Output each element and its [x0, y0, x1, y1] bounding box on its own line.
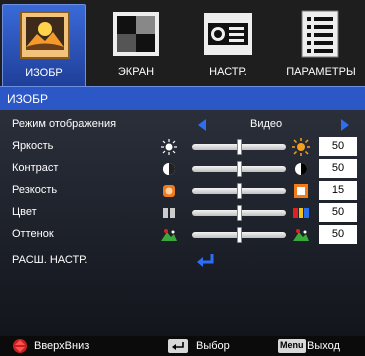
display-mode-label: Режим отображения [12, 118, 117, 130]
footer-select-text: Выбор [196, 340, 230, 352]
tab-options[interactable]: ПАРАМЕТРЫ [278, 4, 364, 86]
tint-label: Оттенок [12, 228, 54, 240]
osd-menu: ИЗОБР ЭКРАН НАСТР. ПАРАМЕТРЫ ИЗОБР Режим… [0, 0, 365, 356]
options-icon [301, 10, 339, 58]
sun-small-icon [161, 139, 177, 155]
footer-bar: ВверхВниз Выбор Menu Выход [0, 336, 365, 356]
brightness-row[interactable]: Яркость 50 [0, 136, 365, 158]
screen-icon [113, 12, 159, 56]
tab-bar: ИЗОБР ЭКРАН НАСТР. ПАРАМЕТРЫ [0, 0, 365, 86]
display-mode-row[interactable]: Режим отображения Видео [0, 114, 365, 136]
color-slider[interactable] [192, 205, 286, 221]
tint-high-icon [293, 229, 309, 241]
tab-label: ИЗОБР [25, 67, 63, 79]
arrow-left-icon[interactable] [198, 119, 206, 131]
tab-image[interactable]: ИЗОБР [2, 4, 86, 86]
contrast-label: Контраст [12, 162, 59, 174]
up-down-icon [13, 339, 27, 353]
slider-thumb[interactable] [237, 139, 242, 155]
picture-icon [20, 11, 70, 59]
color-value: 50 [319, 203, 357, 222]
arrow-right-icon[interactable] [341, 119, 349, 131]
color-high-icon [293, 208, 309, 218]
sharpness-high-icon [294, 184, 308, 198]
color-low-icon [163, 208, 175, 218]
tint-value: 50 [319, 225, 357, 244]
tab-label: ЭКРАН [117, 66, 155, 78]
slider-thumb[interactable] [237, 227, 242, 243]
advanced-settings-row[interactable]: РАСШ. НАСТР. [0, 250, 365, 272]
sun-large-icon [292, 138, 310, 156]
footer-exit-text: Выход [307, 340, 340, 352]
contrast-row[interactable]: Контраст 50 [0, 158, 365, 180]
brightness-value: 50 [319, 137, 357, 156]
tab-label: НАСТР. [209, 66, 247, 78]
slider-thumb[interactable] [237, 161, 242, 177]
sharpness-slider[interactable] [192, 183, 286, 199]
brightness-label: Яркость [12, 140, 54, 152]
tab-label: ПАРАМЕТРЫ [286, 66, 356, 78]
slider-thumb[interactable] [237, 183, 242, 199]
color-label: Цвет [12, 206, 37, 218]
menu-key-icon: Menu [278, 339, 306, 353]
sharpness-value: 15 [319, 181, 357, 200]
footer-nav-text: ВверхВниз [34, 340, 90, 352]
contrast-value: 50 [319, 159, 357, 178]
settings-list: Режим отображения Видео Яркость 50 Контр… [0, 110, 365, 336]
contrast-low-icon [163, 163, 175, 175]
enter-arrow-icon [197, 254, 214, 267]
contrast-high-icon [295, 163, 307, 175]
tint-row[interactable]: Оттенок 50 [0, 224, 365, 246]
enter-key-icon [168, 339, 188, 353]
tab-screen[interactable]: ЭКРАН [94, 4, 178, 86]
color-row[interactable]: Цвет 50 [0, 202, 365, 224]
slider-thumb[interactable] [237, 205, 242, 221]
tint-low-icon [161, 229, 177, 241]
tab-settings[interactable]: НАСТР. [186, 4, 270, 86]
tint-slider[interactable] [192, 227, 286, 243]
display-mode-value: Видео [250, 118, 283, 130]
section-title: ИЗОБР [7, 92, 48, 106]
sharpness-label: Резкость [12, 184, 58, 196]
projector-icon [204, 13, 252, 55]
brightness-slider[interactable] [192, 139, 286, 155]
sharpness-low-icon [163, 185, 175, 197]
section-header: ИЗОБР [0, 86, 365, 110]
advanced-settings-label: РАСШ. НАСТР. [12, 254, 88, 266]
contrast-slider[interactable] [192, 161, 286, 177]
sharpness-row[interactable]: Резкость 15 [0, 180, 365, 202]
